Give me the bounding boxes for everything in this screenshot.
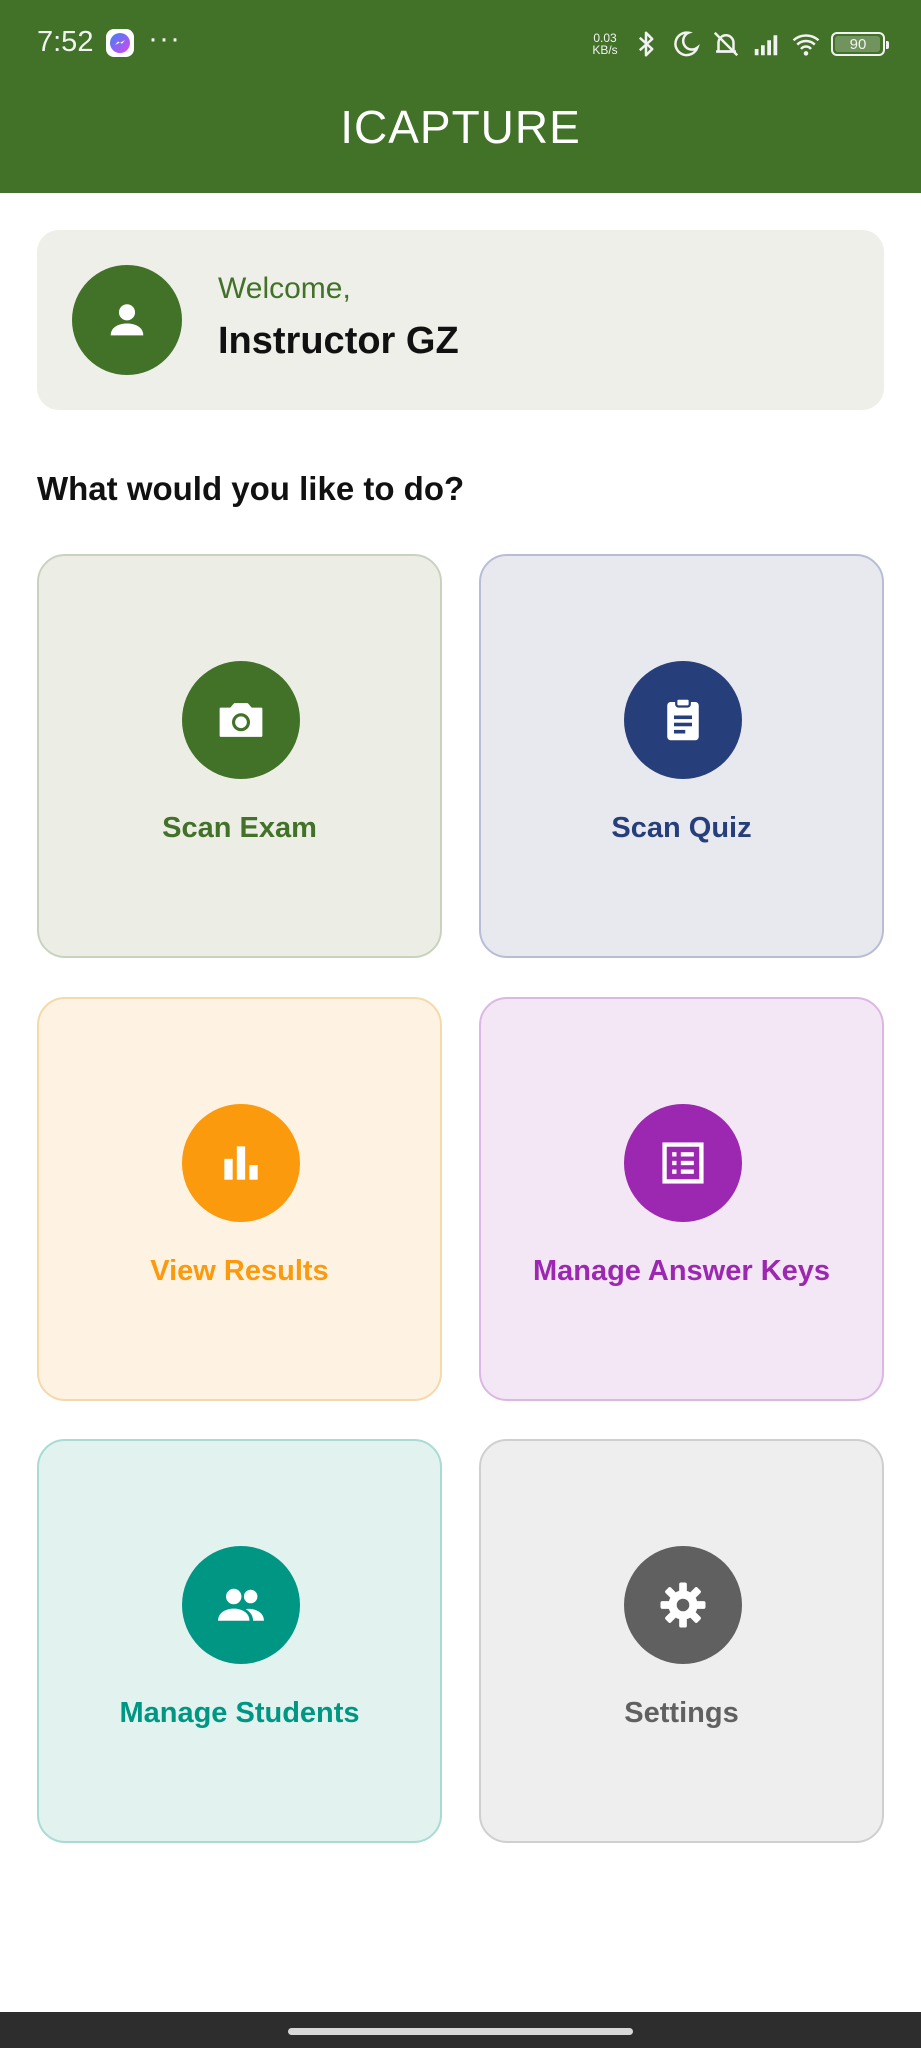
status-time: 7:52 xyxy=(37,26,94,58)
manage-answer-keys-label: Manage Answer Keys xyxy=(532,1255,831,1287)
network-speed: 0.03 KB/s xyxy=(592,31,618,57)
view-results-label: View Results xyxy=(150,1255,329,1287)
clipboard-icon xyxy=(624,661,742,779)
bluetooth-icon xyxy=(638,31,654,57)
status-bar: 7:52 ··· 0.03 KB/s 90 xyxy=(0,0,921,86)
battery-level: 90 xyxy=(849,35,867,53)
vibrate-off-icon xyxy=(713,31,739,57)
bar-chart-icon xyxy=(182,1104,300,1222)
scan-exam-button[interactable]: Scan Exam xyxy=(37,554,442,958)
manage-students-label: Manage Students xyxy=(119,1697,360,1729)
system-nav-bar xyxy=(0,2012,921,2048)
welcome-greeting: Welcome, xyxy=(218,272,351,305)
people-icon xyxy=(182,1546,300,1664)
person-icon xyxy=(72,265,182,375)
manage-answer-keys-button[interactable]: Manage Answer Keys xyxy=(479,997,884,1401)
user-name: Instructor GZ xyxy=(218,320,459,362)
home-gesture-handle[interactable] xyxy=(288,2028,633,2035)
wifi-icon xyxy=(792,34,820,56)
messenger-icon xyxy=(106,29,134,57)
settings-label: Settings xyxy=(624,1697,739,1729)
scan-exam-label: Scan Exam xyxy=(162,812,317,844)
signal-icon xyxy=(754,35,778,56)
more-dots-icon: ··· xyxy=(148,22,181,55)
section-heading: What would you like to do? xyxy=(37,470,465,507)
battery-icon: 90 xyxy=(831,32,889,56)
view-results-button[interactable]: View Results xyxy=(37,997,442,1401)
manage-students-button[interactable]: Manage Students xyxy=(37,1439,442,1843)
welcome-card: Welcome, Instructor GZ xyxy=(37,230,884,410)
app-title: ICAPTURE xyxy=(340,101,581,153)
scan-quiz-label: Scan Quiz xyxy=(611,812,752,844)
app-header: 7:52 ··· 0.03 KB/s 90 ICAPTURE xyxy=(0,0,921,193)
settings-button[interactable]: Settings xyxy=(479,1439,884,1843)
camera-icon xyxy=(182,661,300,779)
gear-icon xyxy=(624,1546,742,1664)
scan-quiz-button[interactable]: Scan Quiz xyxy=(479,554,884,958)
list-alt-icon xyxy=(624,1104,742,1222)
moon-icon xyxy=(674,31,700,57)
